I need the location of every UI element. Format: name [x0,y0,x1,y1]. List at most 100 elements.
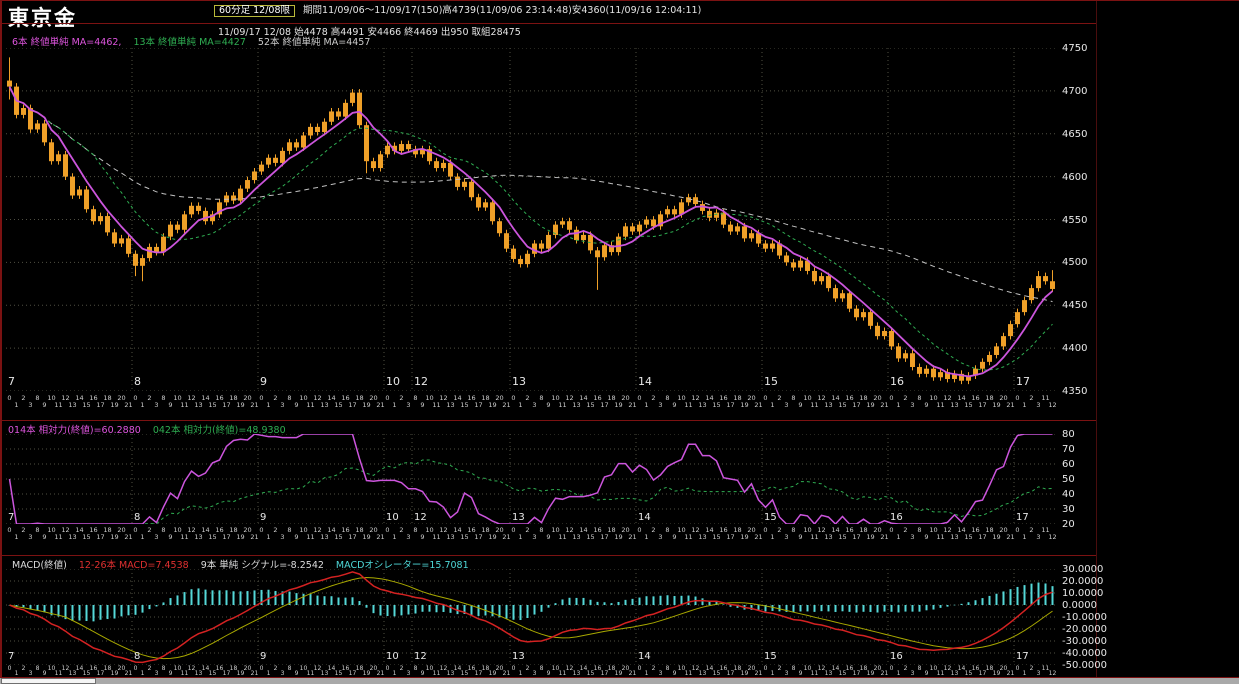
hour-label: 19 [866,401,874,409]
hour-label: 8 [540,665,544,672]
hour-label: 17 [852,401,860,409]
hour-label: 2 [651,394,655,402]
day-label: 12 [414,375,428,388]
hour-label: 2 [526,665,530,672]
day-label: 9 [260,375,267,388]
timeframe-contract-box[interactable]: 60分足 12/08限 [214,5,295,17]
hour-label: 17 [348,401,356,409]
day-label: 15 [764,375,778,388]
hour-label: 1 [140,401,144,409]
hour-label: 12 [1049,670,1056,677]
ma6-line [8,86,1054,378]
hour-label: 1 [14,533,18,541]
hour-label: 15 [838,533,846,541]
hour-label: 15 [334,401,342,409]
hour-label: 15 [712,401,720,409]
hour-label: 17 [348,533,356,541]
day-label: 15 [764,512,777,523]
hour-label: 11 [180,533,188,541]
hour-label: 1 [266,401,270,409]
hour-label: 8 [161,394,165,402]
hour-label: 21 [755,670,763,677]
hour-label: 9 [925,670,929,677]
axis-tick-label: 20.0000 [1062,576,1104,587]
hour-label: 15 [208,401,216,409]
day-label: 12 [414,512,427,523]
hour-label: 12 [1048,401,1056,409]
axis-tick-label: 10.0000 [1062,588,1104,599]
hour-label: 8 [35,394,39,402]
hour-label: 0 [1015,526,1019,534]
hour-label: 3 [281,670,285,677]
hour-label: 0 [637,526,641,534]
hour-label: 13 [824,401,832,409]
hour-label: 2 [903,526,907,534]
scrollbar-thumb[interactable] [1,678,96,684]
hour-label: 21 [881,670,889,677]
hour-label: 3 [784,533,788,541]
hour-label: 19 [362,401,370,409]
axis-tick-label: 0.0000 [1062,600,1097,611]
hour-label: 1 [519,670,523,677]
hour-label: 2 [21,526,25,534]
hour-label: 3 [155,670,159,677]
hour-label: 8 [791,394,795,402]
hour-label: 8 [162,665,166,672]
hour-label: 8 [665,526,669,534]
hour-label: 0 [763,526,767,534]
hour-label: 8 [918,665,922,672]
hour-label: 19 [110,401,118,409]
day-label: 17 [1016,512,1029,523]
hour-label: 3 [784,401,788,409]
hour-label: 13 [68,401,76,409]
rsi-time-axis: 0 1 2 3 8 9 10 11 12 13 14 15 16 17 18 19 20 21 0 1 2 3 8 9 10 11… [6,525,1056,541]
hour-label: 0 [8,665,12,672]
rsi-chart-panel[interactable]: 7 8 9 10 12 13 14 15 16 17 [6,434,1056,524]
hour-label: 9 [924,401,928,409]
hour-label: 11 [810,401,818,409]
hour-label: 11 [558,401,566,409]
hour-label: 21 [376,533,384,541]
hour-label: 9 [294,533,298,541]
hour-label: 1 [518,533,522,541]
hour-label: 21 [754,533,762,541]
axis-tick-label: 40 [1062,489,1075,500]
hour-label: 2 [525,394,529,402]
macd-time-axis: 0 1 2 3 8 9 10 11 12 13 14 15 16 17 18 19 20 21 0 1 2 3 8 9 10 11… [6,665,1056,677]
hour-label: 8 [288,665,292,672]
hour-label: 15 [964,401,972,409]
hour-label: 8 [413,394,417,402]
hour-label: 2 [274,665,278,672]
hour-label: 21 [125,670,133,677]
hour-label: 8 [666,665,670,672]
horizontal-scrollbar[interactable] [0,678,1239,684]
hour-label: 8 [665,394,669,402]
hour-label: 0 [7,526,11,534]
hour-label: 13 [572,401,580,409]
hour-label: 3 [910,401,914,409]
candlestick-chart-panel[interactable]: 7 8 9 10 12 13 14 15 16 17 [6,48,1056,391]
macd-chart-panel[interactable]: 7 8 9 10 12 13 14 15 16 17 [6,569,1056,665]
period-high-low-text: 期間11/09/06～11/09/17(150)高4739(11/09/06 2… [303,5,702,16]
hour-label: 21 [1006,401,1014,409]
day-label: 17 [1016,651,1029,662]
day-label: 9 [260,651,266,662]
day-label: 8 [134,651,140,662]
hour-label: 17 [600,533,608,541]
day-label: 8 [134,375,141,388]
hour-label: 19 [236,533,244,541]
hour-label: 13 [950,401,958,409]
hour-label: 13 [824,533,832,541]
hour-label: 3 [910,533,914,541]
hour-label: 0 [1016,665,1020,672]
axis-tick-label: 4600 [1062,172,1088,183]
hour-label: 0 [638,665,642,672]
hour-label: 11 [810,533,818,541]
day-label: 10 [386,512,399,523]
hour-label: 17 [222,533,230,541]
hour-label: 3 [533,670,537,677]
axis-tick-label: 4400 [1062,343,1088,354]
hour-label: 13 [446,401,454,409]
hour-label: 1 [141,670,145,677]
hour-label: 8 [161,526,165,534]
